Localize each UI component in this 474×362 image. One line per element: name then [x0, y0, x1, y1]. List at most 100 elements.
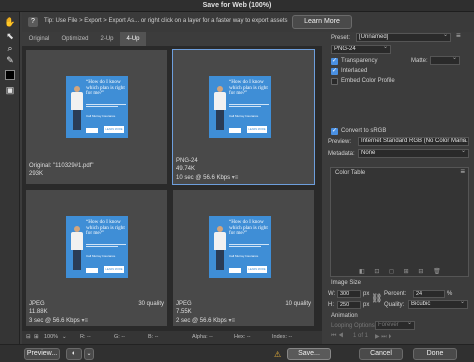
- matte-label: Matte:: [411, 58, 428, 64]
- pane-info-size: 293K: [29, 171, 44, 177]
- man-figure: [214, 86, 226, 130]
- ad-cta: LEARN MORE: [104, 126, 124, 133]
- image-size-title: Image Size: [331, 280, 362, 286]
- preset-label: Preset:: [331, 35, 351, 41]
- pane-info-quality: 30 quality: [138, 301, 164, 307]
- man-figure: [71, 226, 83, 270]
- width-label: W:: [328, 291, 336, 297]
- percent-input[interactable]: 24: [413, 290, 445, 298]
- ad-subtext-lines: [229, 104, 269, 109]
- alpha-readout: Alpha: --: [192, 334, 213, 340]
- resample-quality-dropdown[interactable]: Bicubic: [408, 300, 468, 309]
- red-readout: R: --: [80, 334, 91, 340]
- ad-logo: [86, 268, 98, 273]
- width-input[interactable]: 300: [337, 290, 361, 298]
- done-button[interactable]: Done: [413, 348, 457, 360]
- download-rate-menu-icon[interactable]: ▾≡: [81, 318, 88, 324]
- hand-tool-icon[interactable]: ✋: [4, 16, 16, 28]
- transparency-checkbox[interactable]: ✓: [331, 58, 338, 65]
- height-input[interactable]: 250: [337, 301, 361, 309]
- pane-info-quality: 10 quality: [285, 301, 311, 307]
- learn-more-button[interactable]: Learn More: [292, 15, 352, 29]
- ad-brand: Call Murray Insurance: [229, 254, 259, 258]
- banner-ad-thumbnail: “How do I know which plan is right for m…: [209, 76, 271, 138]
- ad-brand: Call Murray Insurance: [86, 114, 116, 118]
- eyedropper-color-swatch[interactable]: [5, 70, 15, 80]
- view-tabs: Original Optimized 2-Up 4-Up: [22, 32, 322, 46]
- frame-counter: 1 of 1: [353, 333, 369, 339]
- preview-dropdown[interactable]: Internet Standard RGB (No Color Mana...: [358, 137, 469, 146]
- ad-brand: Call Murray Insurance: [86, 254, 116, 258]
- next-frame-button[interactable]: ▶ ⏭ ⏵: [375, 333, 391, 341]
- convert-srgb-checkbox[interactable]: ✓: [331, 128, 338, 135]
- tab-4-up[interactable]: 4-Up: [120, 32, 146, 46]
- zoom-level[interactable]: 100%: [44, 334, 58, 340]
- format-dropdown[interactable]: PNG-24: [331, 45, 391, 54]
- warning-icon: ⚠: [274, 350, 282, 359]
- window-title: Save for Web (100%): [202, 2, 272, 9]
- ad-subtext-lines: [86, 104, 126, 109]
- cancel-button[interactable]: Cancel: [359, 348, 403, 360]
- transparency-label: Transparency: [341, 58, 378, 64]
- interlaced-checkbox[interactable]: ✓: [331, 68, 338, 75]
- quality-label: Quality:: [384, 302, 405, 308]
- download-rate-menu-icon[interactable]: ▾≡: [228, 318, 235, 324]
- save-button[interactable]: Save...: [287, 348, 331, 360]
- preview-pane-jpeg-10[interactable]: “How do I know which plan is right for m…: [172, 189, 315, 327]
- color-table-menu-icon[interactable]: ≡: [460, 167, 465, 176]
- preview-pane-original[interactable]: “How do I know which plan is right for m…: [25, 49, 168, 185]
- height-label: H:: [328, 302, 334, 308]
- preview-pane-png24[interactable]: “How do I know which plan is right for m…: [172, 49, 315, 185]
- pane-info-name: Original: "110329#1.pdf": [29, 163, 94, 169]
- percent-unit: %: [447, 291, 453, 297]
- link-dimensions-icon[interactable]: ⛓: [371, 293, 382, 304]
- man-figure: [214, 226, 226, 270]
- preview-button[interactable]: Preview...: [24, 348, 60, 360]
- tip-text: Tip: Use File > Export > Export As... or…: [44, 18, 288, 24]
- eyedropper-tool-icon[interactable]: ✎: [4, 54, 16, 66]
- tab-original[interactable]: Original: [22, 32, 56, 46]
- color-table-tool-icons[interactable]: ◧ ⊡ ◻ ⊞ ⊟ 🗑: [359, 268, 445, 275]
- preset-dropdown[interactable]: [Unnamed]: [356, 33, 451, 42]
- ad-cta: LEARN MORE: [247, 266, 267, 273]
- zoom-dropdown-icon[interactable]: ⌄: [62, 334, 67, 340]
- percent-label: Percent:: [384, 291, 407, 297]
- looping-options-dropdown[interactable]: Forever: [375, 321, 415, 330]
- matte-dropdown[interactable]: [430, 56, 460, 65]
- slice-select-tool-icon[interactable]: ⬉: [4, 30, 16, 42]
- ad-brand: Call Murray Insurance: [229, 114, 259, 118]
- tab-optimized[interactable]: Optimized: [56, 32, 94, 46]
- settings-panel: Preset: [Unnamed] ≡ PNG-24 ✓ Transparenc…: [325, 31, 474, 344]
- footer-bar: Preview... ◐ ⌄ ⚠ Save... Cancel Done: [0, 344, 474, 362]
- index-readout: Index: --: [272, 334, 293, 340]
- ad-logo: [229, 128, 241, 133]
- color-table-title: Color Table: [335, 170, 366, 176]
- first-frame-button[interactable]: ⏮ ◀: [331, 333, 343, 340]
- ad-subtext-lines: [229, 244, 269, 249]
- zoom-in-button[interactable]: ⊞: [34, 334, 39, 340]
- embed-color-profile-label: Embed Color Profile: [341, 78, 395, 84]
- ad-headline: “How do I know which plan is right for m…: [86, 79, 125, 97]
- ad-logo: [229, 268, 241, 273]
- pane-info-format: JPEG: [29, 301, 45, 307]
- browser-dropdown-icon[interactable]: ⌄: [84, 348, 94, 360]
- zoom-out-button[interactable]: ⊟: [26, 334, 31, 340]
- optimize-menu-icon[interactable]: ≡: [456, 31, 461, 40]
- zoom-tool-icon[interactable]: ⌕: [4, 42, 16, 54]
- pane-info-size: 11.88K: [29, 309, 48, 315]
- preview-canvas: “How do I know which plan is right for m…: [22, 46, 322, 331]
- preview-in-browser-icon[interactable]: ◐: [66, 348, 82, 360]
- embed-color-profile-checkbox[interactable]: [331, 78, 338, 85]
- metadata-dropdown[interactable]: None: [358, 149, 469, 158]
- toggle-slices-icon[interactable]: ▣: [4, 84, 16, 96]
- download-rate-menu-icon[interactable]: ▾≡: [232, 175, 239, 181]
- pane-info-time: 2 sec @ 56.6 Kbps ▾≡: [176, 318, 235, 324]
- preview-pane-jpeg-30[interactable]: “How do I know which plan is right for m…: [25, 189, 168, 327]
- ad-headline: “How do I know which plan is right for m…: [229, 79, 268, 97]
- hex-readout: Hex: --: [234, 334, 251, 340]
- ad-headline: “How do I know which plan is right for m…: [229, 219, 268, 237]
- height-unit: px: [363, 302, 370, 308]
- animation-title: Animation: [331, 313, 358, 319]
- ad-cta: LEARN MORE: [104, 266, 124, 273]
- tab-2-up[interactable]: 2-Up: [94, 32, 120, 46]
